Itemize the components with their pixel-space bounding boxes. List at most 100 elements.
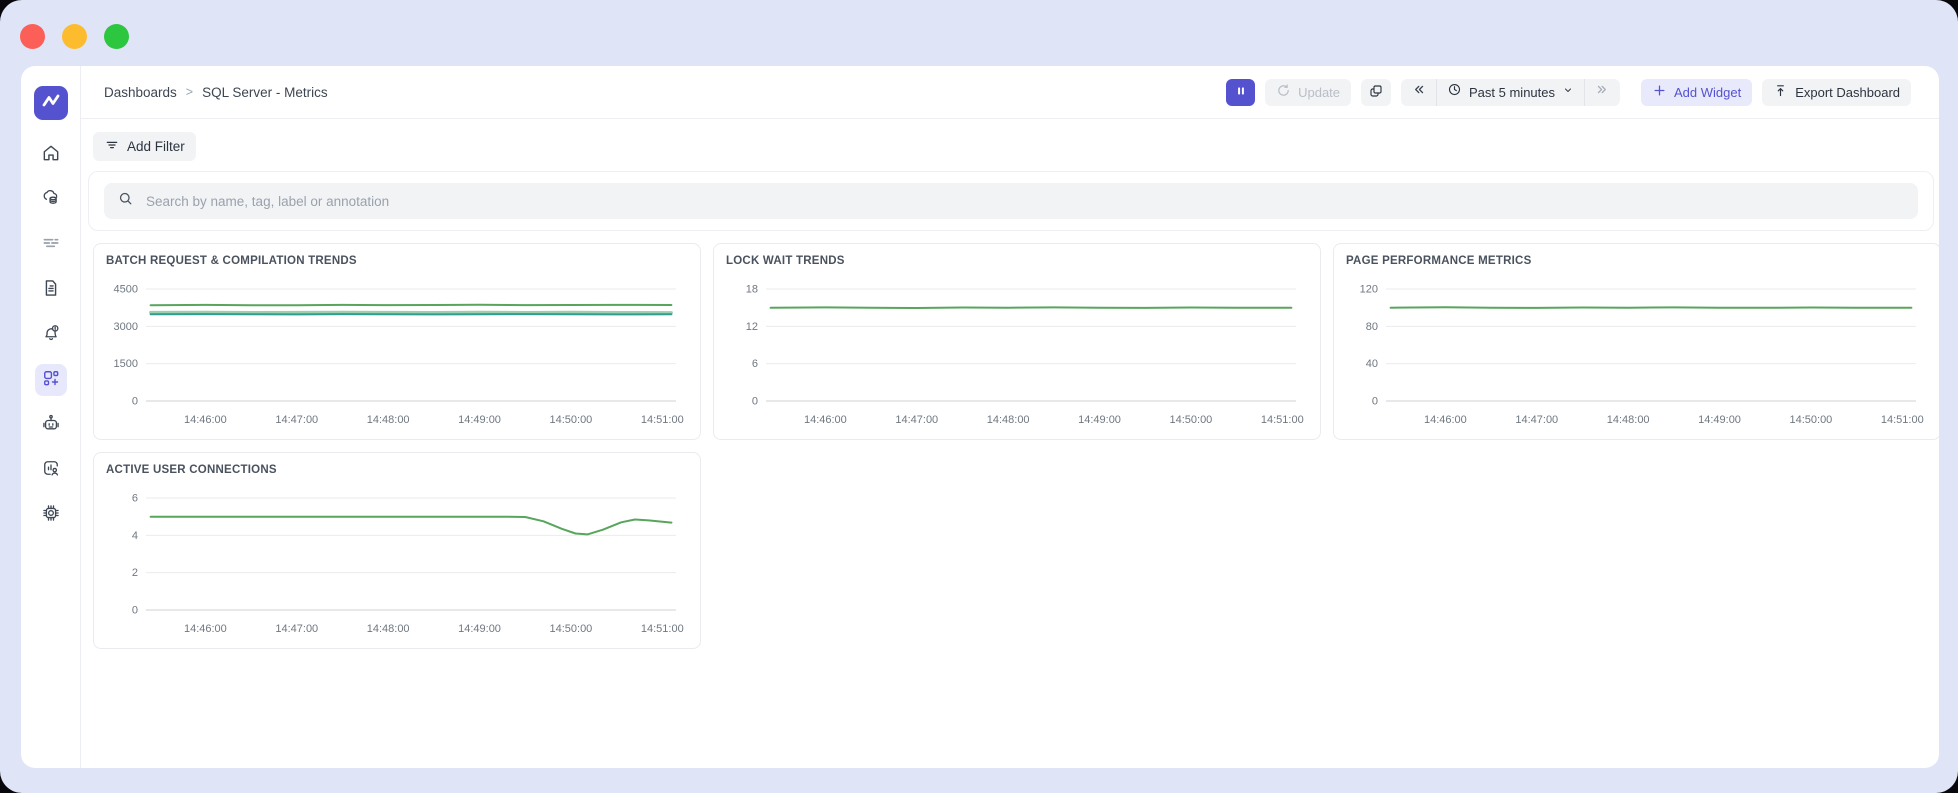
chart-title: PAGE PERFORMANCE METRICS [1346,255,1532,267]
chevrons-left-icon [1411,82,1426,102]
svg-text:14:50:00: 14:50:00 [549,414,592,426]
search-input[interactable] [144,192,1905,210]
svg-text:0: 0 [132,396,138,408]
sidebar-item-chip-settings[interactable] [35,499,67,531]
app-logo[interactable] [33,86,68,120]
time-range-label: Past 5 minutes [1469,84,1556,100]
update-button[interactable]: Update [1265,78,1352,106]
logo-wave-icon [40,90,62,117]
topbar-controls: Update Past 5 minutes Add Widget Export … [1226,78,1911,106]
filter-bar: Add Filter [81,119,1939,161]
chart-plot: 120 80 40 0 14:46:00 14:47:00 14:48:00 14:49:00… [1360,284,1924,427]
main-area: Dashboards > SQL Server - Metrics Update [81,66,1939,768]
chart-title: ACTIVE USER CONNECTIONS [106,464,277,476]
svg-text:6: 6 [132,493,138,505]
time-range-dropdown[interactable]: Past 5 minutes [1437,79,1584,106]
breadcrumb-dashboards[interactable]: Dashboards [104,85,177,100]
svg-text:0: 0 [1372,396,1378,408]
sidebar-item-logs[interactable] [35,229,67,261]
copy-dashboard-button[interactable] [1361,78,1392,106]
sidebar-item-alerts[interactable] [35,319,67,351]
sidebar-item-dashboards[interactable] [34,364,67,396]
chart-card[interactable]: PAGE PERFORMANCE METRICS 120 80 40 0 14:46:00… [1333,243,1939,440]
series-batch-requests-per-sec [149,303,673,307]
home-icon [41,143,61,168]
svg-text:14:48:00: 14:48:00 [367,414,410,426]
chart-card[interactable]: ACTIVE USER CONNECTIONS 6 4 2 0 14:46:00 14:47… [93,452,701,649]
svg-text:14:51:00: 14:51:00 [641,414,684,426]
pause-refresh-button[interactable] [1226,78,1256,106]
svg-text:14:48:00: 14:48:00 [1607,414,1650,426]
plus-icon [1652,83,1667,101]
refresh-icon [1276,83,1291,101]
svg-text:12: 12 [746,321,758,333]
dashboards-grid-plus-icon [41,368,61,393]
close-window-button[interactable] [20,24,45,49]
svg-text:14:46:00: 14:46:00 [804,414,847,426]
sidebar-item-infrastructure[interactable] [35,184,67,216]
svg-text:14:51:00: 14:51:00 [641,623,684,635]
series-lock-waits-per-sec [769,306,1293,309]
svg-text:3000: 3000 [114,321,138,333]
minimize-window-button[interactable] [62,24,87,49]
chart-plot: 18 12 6 0 14:46:00 14:47:00 14:48:00 14:49:00 14… [746,284,1304,427]
chevrons-right-icon [1595,82,1610,102]
sidebar-nav [34,139,67,544]
logs-lines-icon [41,233,61,258]
svg-text:14:50:00: 14:50:00 [549,623,592,635]
sidebar-item-reports[interactable] [35,274,67,306]
svg-text:1500: 1500 [114,358,138,370]
ai-bot-icon [41,413,61,438]
search-icon [117,190,134,212]
svg-text:14:49:00: 14:49:00 [1078,414,1121,426]
alerts-bell-icon [41,323,61,348]
update-button-label: Update [1298,84,1341,100]
svg-text:0: 0 [132,605,138,617]
sidebar-item-user-insights[interactable] [35,454,67,486]
add-widget-button[interactable]: Add Widget [1641,78,1753,106]
svg-text:14:46:00: 14:46:00 [1424,414,1467,426]
topbar: Dashboards > SQL Server - Metrics Update [81,66,1939,119]
svg-text:14:47:00: 14:47:00 [895,414,938,426]
svg-text:14:47:00: 14:47:00 [1515,414,1558,426]
svg-text:2: 2 [132,567,138,579]
time-forward-button[interactable] [1585,79,1620,106]
chart-card[interactable]: LOCK WAIT TRENDS 18 12 6 0 14:46:00 14:47:00 14… [713,243,1321,440]
time-back-button[interactable] [1401,79,1436,106]
svg-text:120: 120 [1360,284,1378,296]
user-insights-icon [41,458,61,483]
chart-title: LOCK WAIT TRENDS [726,255,845,267]
pause-icon [1234,84,1248,101]
series-user-connections [149,515,673,536]
add-filter-button[interactable]: Add Filter [93,132,196,161]
chart-title: BATCH REQUEST & COMPILATION TRENDS [106,255,357,267]
svg-text:18: 18 [746,284,758,296]
svg-text:6: 6 [752,358,758,370]
svg-text:4500: 4500 [114,284,138,296]
svg-text:14:46:00: 14:46:00 [184,623,227,635]
zoom-window-button[interactable] [104,24,129,49]
svg-text:14:50:00: 14:50:00 [1789,414,1832,426]
svg-text:14:49:00: 14:49:00 [1698,414,1741,426]
chart-plot: 4500 3000 1500 0 14:46:00 14:47:00 14:48:00 14:… [114,284,684,427]
search-field [104,183,1918,219]
infrastructure-cloud-db-icon [41,188,61,213]
chart-card[interactable]: BATCH REQUEST & COMPILATION TRENDS 4500 30… [93,243,701,440]
export-upload-icon [1773,83,1788,101]
sidebar-item-ai-assistant[interactable] [35,409,67,441]
svg-text:14:50:00: 14:50:00 [1169,414,1212,426]
charts-grid: BATCH REQUEST & COMPILATION TRENDS 4500 30… [81,231,1939,661]
svg-text:0: 0 [752,396,758,408]
svg-text:14:48:00: 14:48:00 [987,414,1030,426]
svg-text:14:51:00: 14:51:00 [1881,414,1924,426]
export-dashboard-button[interactable]: Export Dashboard [1762,78,1911,106]
time-range-control: Past 5 minutes [1401,78,1621,106]
svg-text:40: 40 [1366,358,1378,370]
svg-text:80: 80 [1366,321,1378,333]
svg-text:14:49:00: 14:49:00 [458,414,501,426]
search-card [88,171,1934,231]
clock-icon [1447,82,1462,102]
svg-text:14:47:00: 14:47:00 [275,414,318,426]
export-dashboard-label: Export Dashboard [1795,84,1900,100]
sidebar-item-home[interactable] [35,139,67,171]
